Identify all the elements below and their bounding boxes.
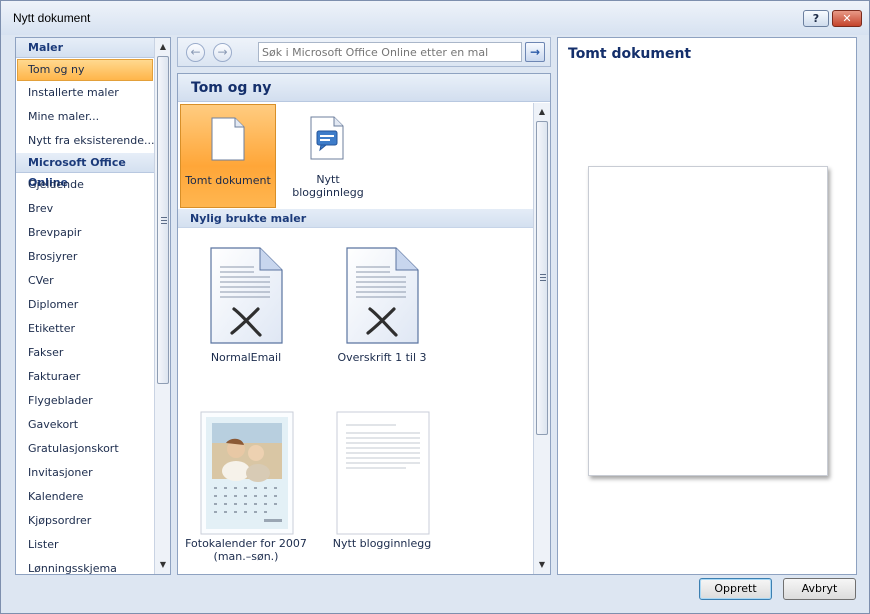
category-item-mine-maler[interactable]: Mine maler... (16, 105, 154, 129)
window-title: Nytt dokument (13, 11, 91, 25)
templates-panel-title: Tom og ny (178, 74, 550, 102)
category-item-gratulasjonskort[interactable]: Gratulasjonskort (16, 437, 154, 461)
scrollbar-thumb[interactable] (536, 121, 548, 435)
recent-template-photo-calendar[interactable]: Fotokalender for 2007 (man.–søn.) (184, 407, 308, 567)
template-tile-label: Tomt dokument (185, 174, 271, 187)
grip-icon (540, 274, 546, 281)
template-tile-label: Overskrift 1 til 3 (337, 351, 427, 364)
template-tile-label: NormalEmail (210, 351, 282, 364)
category-item-installerte-maler[interactable]: Installerte maler (16, 81, 154, 105)
category-item-etiketter[interactable]: Etiketter (16, 317, 154, 341)
template-tile-label: Fotokalender for 2007 (man.–søn.) (184, 537, 308, 563)
help-button[interactable]: ? (803, 10, 829, 27)
preview-title: Tomt dokument (568, 46, 692, 62)
recent-template-blog-post[interactable]: Nytt blogginnlegg (320, 407, 444, 567)
title-bar[interactable]: Nytt dokument ? ✕ (1, 1, 869, 35)
templates-panel: Tom og ny Tomt dokument Nytt blogginnleg… (177, 73, 551, 575)
category-item-kjopsordrer[interactable]: Kjøpsordrer (16, 509, 154, 533)
cancel-button[interactable]: Avbryt (783, 578, 856, 600)
category-header-office-online: Microsoft Office Online (16, 153, 154, 189)
category-item-brosjyrer[interactable]: Brosjyrer (16, 245, 154, 269)
template-tile-label-line: Fotokalender for 2007 (185, 537, 307, 550)
category-item-invitasjoner[interactable]: Invitasjoner (16, 461, 154, 485)
blank-document-icon (211, 117, 245, 161)
category-item-gjeldende[interactable]: Gjeldende (16, 173, 154, 197)
preview-panel: Tomt dokument (557, 37, 857, 575)
search-go-button[interactable]: → (525, 42, 545, 62)
category-item-brevpapir[interactable]: Brevpapir (16, 221, 154, 245)
scrollbar-thumb[interactable] (157, 56, 169, 384)
category-item-diplomer[interactable]: Diplomer (16, 293, 154, 317)
missing-template-icon (210, 247, 283, 344)
scroll-up-arrow-icon[interactable]: ▲ (155, 39, 170, 55)
scroll-down-arrow-icon[interactable]: ▼ (155, 557, 170, 573)
search-toolbar: ← → → (177, 37, 551, 67)
category-item-fakser[interactable]: Fakser (16, 341, 154, 365)
recent-template-normalemail[interactable]: NormalEmail (190, 239, 302, 379)
photo-calendar-thumbnail (200, 411, 294, 535)
scroll-up-arrow-icon[interactable]: ▲ (534, 104, 550, 120)
category-item-gavekort[interactable]: Gavekort (16, 413, 154, 437)
grip-icon (161, 217, 167, 224)
category-item-tom-og-ny[interactable]: Tom og ny (17, 59, 153, 81)
template-tile-blank-document[interactable]: Tomt dokument (180, 104, 276, 208)
category-scrollbar[interactable]: ▲ ▼ (154, 38, 170, 574)
recent-templates-header: Nylig brukte maler (178, 209, 533, 228)
blog-post-icon (310, 116, 344, 160)
new-document-dialog: Nytt dokument ? ✕ Maler Tom og ny Instal… (0, 0, 870, 614)
recent-template-overskrift[interactable]: Overskrift 1 til 3 (326, 239, 438, 379)
scroll-down-arrow-icon[interactable]: ▼ (534, 557, 550, 573)
search-input[interactable] (258, 42, 522, 62)
category-item-nytt-fra-eksisterende[interactable]: Nytt fra eksisterende... (16, 129, 154, 153)
template-tile-label-line: blogginnlegg (292, 186, 364, 199)
category-item-flygeblader[interactable]: Flygeblader (16, 389, 154, 413)
create-button[interactable]: Opprett (699, 578, 772, 600)
template-tile-label: Nytt blogginnlegg (280, 173, 376, 199)
category-item-lister[interactable]: Lister (16, 533, 154, 557)
category-item-cver[interactable]: CVer (16, 269, 154, 293)
category-list: Maler Tom og ny Installerte maler Mine m… (16, 38, 154, 574)
close-button[interactable]: ✕ (832, 10, 862, 27)
template-categories-panel: Maler Tom og ny Installerte maler Mine m… (15, 37, 171, 575)
preview-page (588, 166, 828, 476)
category-item-fakturaer[interactable]: Fakturaer (16, 365, 154, 389)
category-item-brev[interactable]: Brev (16, 197, 154, 221)
templates-scrollbar[interactable]: ▲ ▼ (533, 103, 550, 574)
back-button[interactable]: ← (186, 43, 205, 62)
template-tile-blog-post[interactable]: Nytt blogginnlegg (280, 104, 376, 208)
template-tile-label-line: (man.–søn.) (213, 550, 279, 563)
forward-button[interactable]: → (213, 43, 232, 62)
blog-page-thumbnail (336, 411, 430, 535)
template-tile-label-line: Nytt (316, 173, 340, 186)
category-header-maler: Maler (16, 38, 154, 58)
template-tile-label: Nytt blogginnlegg (332, 537, 432, 550)
category-item-kalendere[interactable]: Kalendere (16, 485, 154, 509)
templates-gallery: Tomt dokument Nytt blogginnlegg Nylig br… (178, 103, 533, 574)
missing-template-icon (346, 247, 419, 344)
category-item-lonningsskjema[interactable]: Lønningsskjema (16, 557, 154, 574)
